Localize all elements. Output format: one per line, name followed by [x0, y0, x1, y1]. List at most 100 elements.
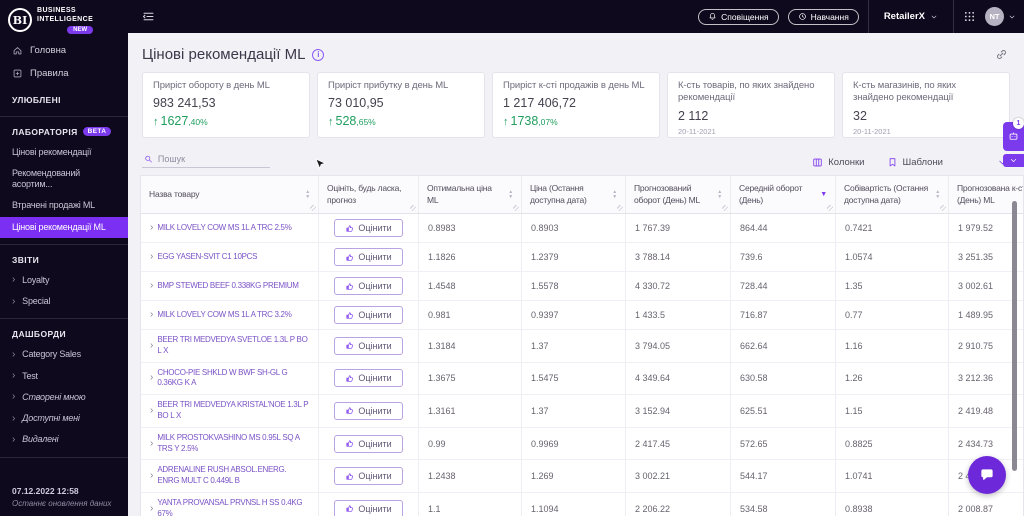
- thumbs-up-icon: [345, 282, 354, 291]
- expand-row-icon[interactable]: ›: [150, 503, 153, 514]
- rate-button[interactable]: Оцінити: [334, 434, 403, 453]
- cell-value: 1 979.52: [958, 223, 994, 233]
- rate-button-label: Оцінити: [358, 340, 392, 351]
- sidebar-item-4-2[interactable]: › Test: [0, 366, 128, 387]
- value-cell: 1.0574: [836, 243, 949, 271]
- value-cell: 1.26: [836, 362, 949, 395]
- expand-row-icon[interactable]: ›: [150, 438, 153, 449]
- sidebar-item-2-1[interactable]: Цінові рекомендації: [0, 142, 128, 163]
- sidebar-toggle-icon[interactable]: [142, 10, 155, 23]
- last-update-timestamp: 07.12.2022 12:58: [12, 486, 79, 496]
- kpi-card-2: Приріст прибутку в день ML 73 010,95 ↑ 528,…: [317, 72, 485, 138]
- rate-button[interactable]: Оцінити: [334, 499, 403, 516]
- sidebar-item-4-1[interactable]: › Category Sales: [0, 344, 128, 365]
- assistant-widget-icon: [1008, 131, 1019, 142]
- rate-button[interactable]: Оцінити: [334, 248, 403, 266]
- sidebar-item-2-3[interactable]: Втрачені продажі ML: [0, 195, 128, 216]
- column-header-7[interactable]: Собівартість (Остання доступна дата) ▲ ▼: [836, 176, 949, 213]
- rate-button[interactable]: Оцінити: [334, 401, 403, 420]
- rate-button[interactable]: Оцінити: [334, 336, 403, 355]
- sidebar-item-2-4[interactable]: Цінові рекомендації ML: [0, 216, 128, 238]
- expand-row-icon[interactable]: ›: [150, 223, 153, 233]
- cell-value: 625.51: [740, 405, 768, 416]
- sidebar-item-label: Втрачені продажі ML: [12, 200, 95, 211]
- info-icon[interactable]: i: [312, 48, 325, 61]
- apps-grid-icon[interactable]: [963, 10, 976, 23]
- bell-icon: [708, 12, 717, 21]
- sidebar-item-label: Створені мною: [22, 391, 86, 402]
- value-cell: 3 794.05: [626, 330, 731, 362]
- topbar-right: Сповіщення Навчання RetailerX NT: [698, 0, 1016, 33]
- rate-cell: Оцінити: [319, 330, 419, 362]
- templates-button[interactable]: Шаблони: [887, 157, 943, 168]
- retailer-select[interactable]: RetailerX: [878, 11, 944, 22]
- rate-button[interactable]: Оцінити: [334, 219, 403, 237]
- rate-button[interactable]: Оцінити: [334, 306, 403, 324]
- chat-button[interactable]: [968, 456, 1006, 494]
- search-box[interactable]: [142, 152, 270, 168]
- expand-row-icon[interactable]: ›: [150, 340, 153, 351]
- expand-row-icon[interactable]: ›: [150, 281, 153, 291]
- product-name-cell: › MILK LOVELY COW MS 1L A TRC 2.5%: [141, 214, 319, 242]
- columns-button[interactable]: Колонки: [812, 157, 865, 168]
- expand-row-icon[interactable]: ›: [150, 471, 153, 481]
- user-menu[interactable]: NT: [985, 7, 1016, 26]
- kpi-label: Приріст обороту в день ML: [153, 80, 270, 91]
- column-header-4[interactable]: Ціна (Остання доступна дата) ▲ ▼: [522, 176, 626, 213]
- column-header-1[interactable]: Назва товару ▲ ▼: [141, 176, 319, 213]
- share-link-icon[interactable]: [995, 48, 1008, 61]
- sidebar-item-3-2[interactable]: › Special: [0, 291, 128, 312]
- rate-button[interactable]: Оцінити: [334, 467, 403, 486]
- rate-button[interactable]: Оцінити: [334, 369, 403, 388]
- column-header-2: Оцініть, будь ласка, прогноз: [319, 176, 419, 213]
- sidebar-item-4-5[interactable]: › Видалені: [0, 429, 128, 450]
- cell-value: 1.2438: [428, 471, 456, 482]
- value-cell: 0.99: [419, 427, 522, 460]
- cell-value: 1.15: [845, 405, 863, 416]
- cell-value: 2 419.48: [958, 405, 994, 416]
- thumbs-up-icon: [345, 439, 354, 448]
- kpi-value: 2 112: [678, 108, 709, 123]
- cell-value: 1.269: [531, 471, 554, 482]
- kpi-delta-frac: ,07%: [538, 117, 558, 128]
- vertical-scrollbar[interactable]: [1012, 201, 1017, 471]
- sidebar-item-4-3[interactable]: › Створені мною: [0, 387, 128, 408]
- sidebar-item-top-1[interactable]: Головна: [0, 39, 128, 62]
- product-name: BEER TRI MEDVEDYA KRISTAL'NOE 1.3L P BO …: [157, 400, 309, 420]
- value-cell: 1.37: [522, 395, 626, 427]
- chevron-down-icon: [930, 13, 938, 21]
- notifications-label: Сповіщення: [721, 11, 769, 22]
- column-header-5[interactable]: Прогнозований оборот (День) ML ▲ ▼: [626, 176, 731, 213]
- product-name: BMP STEWED BEEF 0.338KG PREMIUM: [157, 280, 299, 290]
- cell-value: 2 206.22: [635, 503, 671, 514]
- column-header-3[interactable]: Оптимальна ціна ML ▲ ▼: [419, 176, 522, 213]
- value-cell: 534.58: [731, 492, 836, 516]
- search-input[interactable]: [157, 154, 268, 164]
- value-cell: 716.87: [731, 301, 836, 329]
- rate-button[interactable]: Оцінити: [334, 277, 403, 295]
- table-row-4: › MILK LOVELY COW MS 1L A TRC 3.2% Оцінити…: [141, 301, 1023, 330]
- notifications-button[interactable]: Сповіщення: [698, 8, 779, 25]
- kpi-delta-main: 1627: [160, 114, 189, 129]
- logo-text: BUSINESS INTELLIGENCE NEW: [37, 7, 94, 34]
- cell-value: 3 002.21: [635, 471, 671, 482]
- training-label: Навчання: [810, 11, 849, 22]
- sidebar-item-2-2[interactable]: Рекомендований асортим...: [0, 163, 128, 196]
- widget-collapse-button[interactable]: [1003, 154, 1024, 167]
- sidebar-item-3-1[interactable]: › Loyalty: [0, 270, 128, 291]
- assistant-widget-button[interactable]: 1: [1003, 118, 1024, 151]
- content: Цінові рекомендації ML i Приріст обороту…: [128, 33, 1024, 516]
- expand-row-icon[interactable]: ›: [150, 252, 153, 262]
- expand-row-icon[interactable]: ›: [150, 405, 153, 416]
- chevron-right-icon: ›: [12, 391, 16, 403]
- training-button[interactable]: Навчання: [787, 8, 859, 25]
- column-header-6[interactable]: Середній оборот (День) ▼: [731, 176, 836, 213]
- rate-button-label: Оцінити: [358, 281, 392, 291]
- sidebar-item-4-4[interactable]: › Доступні мені: [0, 408, 128, 429]
- expand-row-icon[interactable]: ›: [150, 373, 153, 383]
- expand-row-icon[interactable]: ›: [150, 310, 153, 320]
- sidebar-item-label: Цінові рекомендації ML: [12, 221, 106, 232]
- value-cell: 572.65: [731, 427, 836, 460]
- sidebar-item-top-2[interactable]: Правила: [0, 62, 128, 85]
- sort-icon: ▲ ▼: [508, 189, 513, 200]
